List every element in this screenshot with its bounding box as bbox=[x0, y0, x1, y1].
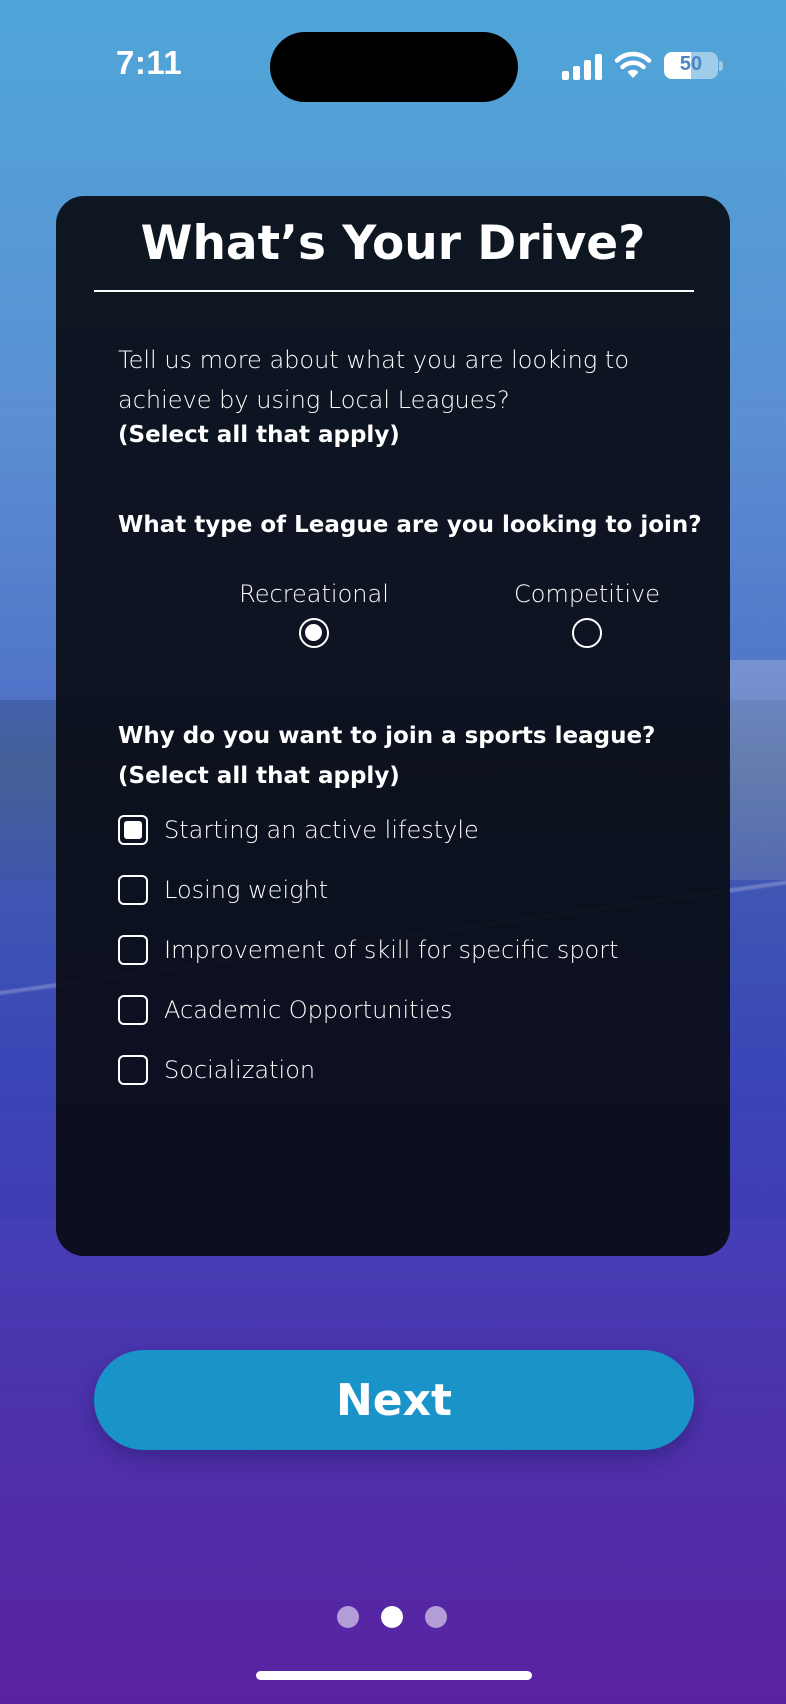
next-button[interactable]: Next bbox=[94, 1350, 694, 1450]
checkbox-row-socialization[interactable]: Socialization bbox=[118, 1054, 315, 1086]
checkbox[interactable] bbox=[118, 1055, 148, 1085]
checkbox-label: Socialization bbox=[164, 1056, 316, 1084]
reason-question: Why do you want to join a sports league?… bbox=[118, 716, 678, 796]
reason-note: (Select all that apply) bbox=[118, 763, 400, 789]
radio-button[interactable] bbox=[299, 618, 329, 648]
checkbox[interactable] bbox=[118, 875, 148, 905]
title-divider bbox=[94, 290, 694, 292]
checkbox[interactable] bbox=[118, 815, 148, 845]
radio-button[interactable] bbox=[572, 618, 602, 648]
checkbox-row-skill-improvement[interactable]: Improvement of skill for specific sport bbox=[118, 934, 619, 966]
checkbox[interactable] bbox=[118, 995, 148, 1025]
league-type-question: What type of League are you looking to j… bbox=[118, 512, 702, 538]
reason-question-text: Why do you want to join a sports league? bbox=[118, 723, 656, 749]
checkbox-row-academic-opportunities[interactable]: Academic Opportunities bbox=[118, 994, 453, 1026]
battery-percentage: 50 bbox=[679, 53, 703, 75]
signal-icon bbox=[562, 54, 602, 80]
battery-cap bbox=[719, 61, 723, 71]
checkbox-row-losing-weight[interactable]: Losing weight bbox=[118, 874, 328, 906]
radio-recreational[interactable]: Recreational bbox=[184, 580, 444, 648]
checkbox-label: Academic Opportunities bbox=[164, 996, 453, 1024]
dynamic-island bbox=[270, 32, 518, 102]
intro-text: Tell us more about what you are looking … bbox=[118, 346, 630, 414]
checkbox-label: Losing weight bbox=[164, 876, 329, 904]
checkbox-label: Improvement of skill for specific sport bbox=[164, 936, 619, 964]
page-dot-1[interactable] bbox=[337, 1606, 359, 1628]
radio-label: Competitive bbox=[514, 580, 660, 608]
page-title: What’s Your Drive? bbox=[140, 216, 646, 271]
wifi-icon bbox=[614, 51, 652, 78]
background-building bbox=[726, 660, 786, 880]
status-time: 7:11 bbox=[116, 44, 183, 81]
intro-note: (Select all that apply) bbox=[118, 422, 400, 448]
checkbox-label: Starting an active lifestyle bbox=[164, 816, 479, 844]
checkbox-row-active-lifestyle[interactable]: Starting an active lifestyle bbox=[118, 814, 479, 846]
radio-label: Recreational bbox=[239, 580, 389, 608]
checkbox[interactable] bbox=[118, 935, 148, 965]
page-dot-2-active[interactable] bbox=[381, 1606, 403, 1628]
home-indicator[interactable] bbox=[256, 1671, 532, 1680]
drive-card: What’s Your Drive? Tell us more about wh… bbox=[56, 196, 730, 1256]
page-dot-3[interactable] bbox=[425, 1606, 447, 1628]
battery-icon: 50 bbox=[664, 52, 718, 79]
radio-competitive[interactable]: Competitive bbox=[456, 580, 718, 648]
